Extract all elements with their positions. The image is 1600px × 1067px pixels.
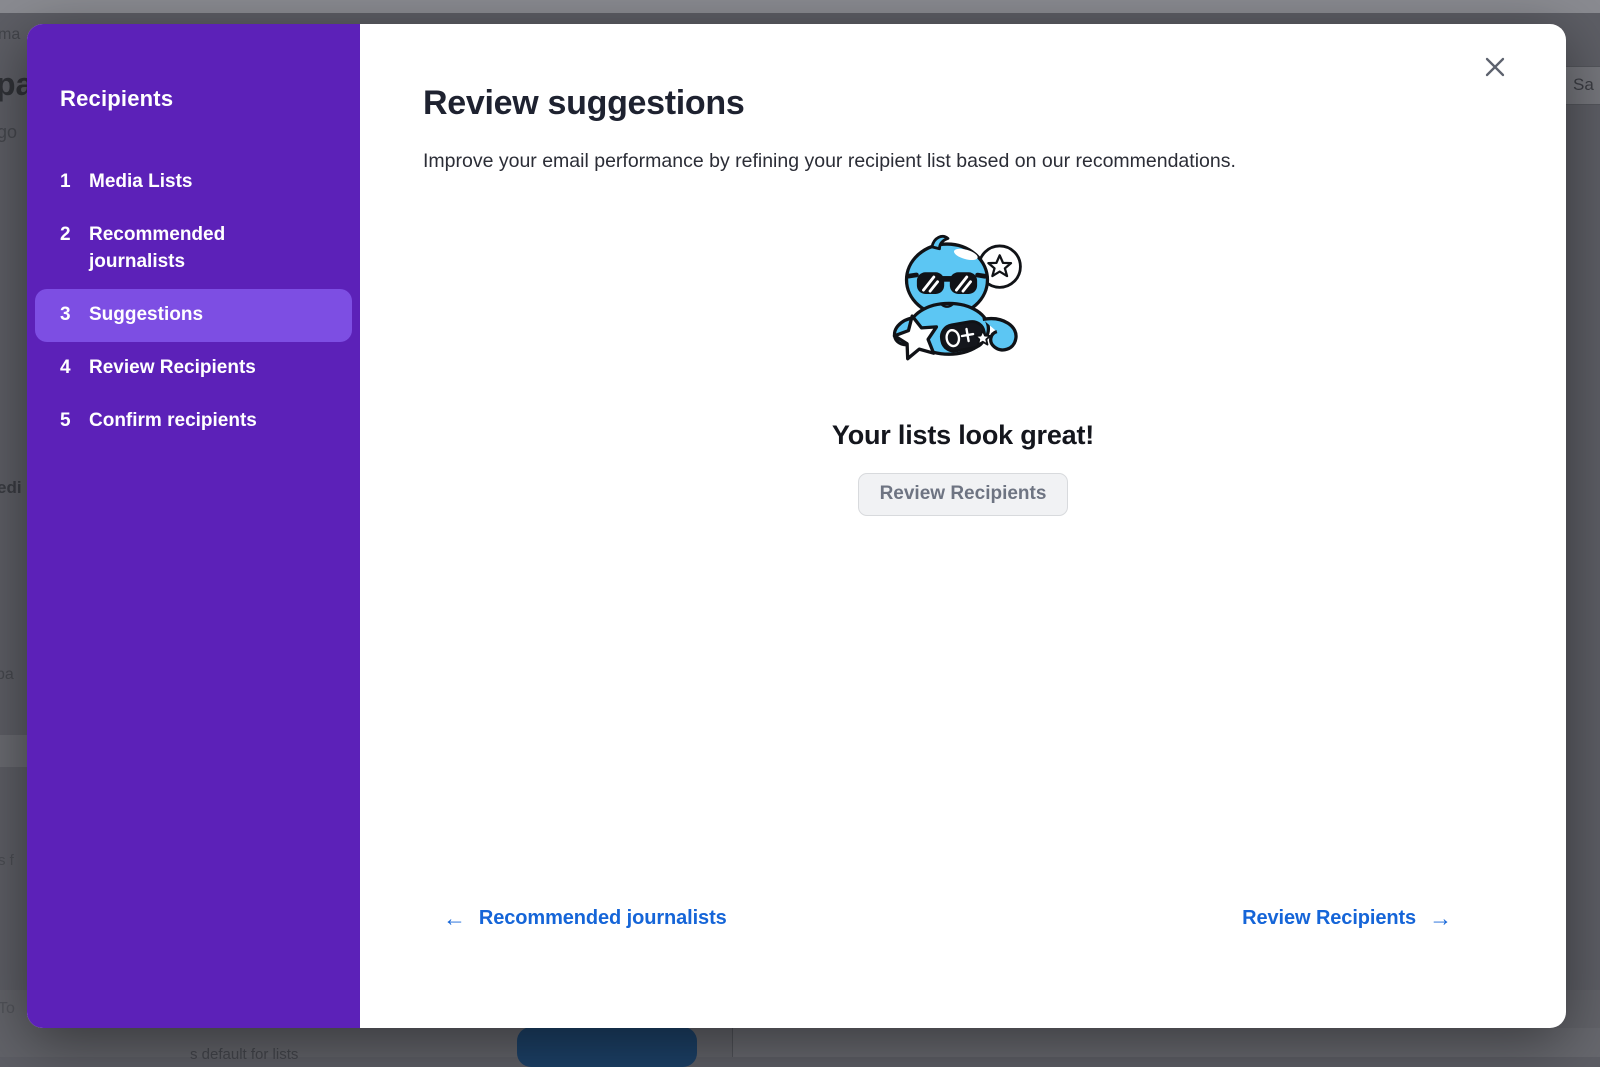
step-suggestions[interactable]: 3 Suggestions xyxy=(35,289,352,342)
background-text-fragment: go xyxy=(0,122,17,143)
empty-state-heading: Your lists look great! xyxy=(423,420,1503,451)
step-number: 1 xyxy=(60,169,75,196)
step-label: Review Recipients xyxy=(89,355,256,382)
background-text-fragment: pa xyxy=(0,666,14,684)
background-row-band xyxy=(0,735,27,767)
back-link-label: Recommended journalists xyxy=(479,907,727,930)
step-review-recipients[interactable]: 4 Review Recipients xyxy=(35,342,352,395)
background-primary-button xyxy=(517,1027,697,1067)
octopus-mascot-illustration xyxy=(883,231,1043,376)
background-text-fragment: s f xyxy=(0,852,14,869)
step-label: Confirm recipients xyxy=(89,408,257,435)
wizard-content: Review suggestions Improve your email pe… xyxy=(360,24,1566,1028)
background-save-label: Sa xyxy=(1573,75,1594,94)
background-text-fragment: edi xyxy=(0,478,22,498)
next-link-label: Review Recipients xyxy=(1242,907,1416,930)
arrow-left-icon: ← xyxy=(443,907,466,930)
step-recommended-journalists[interactable]: 2 Recommended journalists xyxy=(35,209,352,289)
step-label: Recommended journalists xyxy=(89,222,314,276)
background-text-fragment: To xyxy=(0,1000,15,1018)
page-title: Review suggestions xyxy=(423,84,1503,123)
page-subtitle: Improve your email performance by refini… xyxy=(423,150,1503,173)
arrow-right-icon: → xyxy=(1429,907,1452,930)
empty-state: Your lists look great! Review Recipients xyxy=(423,231,1503,516)
background-text-fragment: s default for lists xyxy=(190,1046,298,1063)
next-link-review-recipients[interactable]: Review Recipients → xyxy=(1242,907,1452,930)
step-confirm-recipients[interactable]: 5 Confirm recipients xyxy=(35,395,352,448)
close-icon xyxy=(1483,55,1507,79)
screen: { "colors": { "sidebar_purple": "#5c21b8… xyxy=(0,0,1600,1057)
back-link-recommended-journalists[interactable]: ← Recommended journalists xyxy=(443,907,727,930)
step-label: Media Lists xyxy=(89,169,192,196)
wizard-footer: ← Recommended journalists Review Recipie… xyxy=(443,907,1452,930)
wizard-sidebar: Recipients 1 Media Lists 2 Recommended j… xyxy=(27,24,360,1028)
step-number: 5 xyxy=(60,408,75,435)
background-top-bar xyxy=(0,0,1600,13)
step-media-lists[interactable]: 1 Media Lists xyxy=(35,156,352,209)
background-right-panel xyxy=(732,1028,1600,1057)
step-number: 4 xyxy=(60,355,75,382)
recipients-wizard-modal: Recipients 1 Media Lists 2 Recommended j… xyxy=(27,24,1566,1028)
step-number: 2 xyxy=(60,222,75,249)
sidebar-title: Recipients xyxy=(60,86,352,112)
review-recipients-button[interactable]: Review Recipients xyxy=(858,473,1069,516)
close-button[interactable] xyxy=(1478,50,1512,84)
step-label: Suggestions xyxy=(89,302,203,329)
background-save-button: Sa xyxy=(1566,66,1600,105)
step-number: 3 xyxy=(60,302,75,329)
background-text-fragment: ma xyxy=(0,26,20,44)
